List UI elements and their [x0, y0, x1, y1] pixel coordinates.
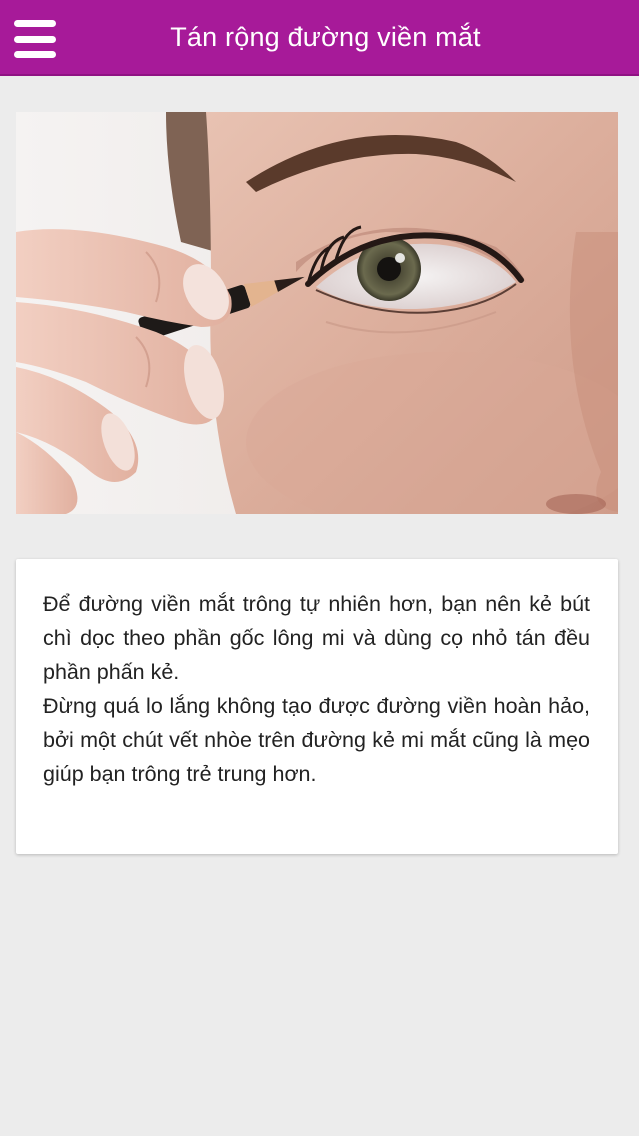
hamburger-menu-icon[interactable]	[14, 20, 58, 58]
page-title: Tán rộng đường viền mắt	[170, 21, 481, 52]
content-card: Để đường viền mắt trông tự nhiên hơn, bạ…	[16, 559, 618, 854]
eye-liner-photo	[16, 112, 618, 514]
hero-image	[16, 112, 618, 514]
app-bar: Tán rộng đường viền mắt	[0, 0, 639, 76]
paragraph-1: Để đường viền mắt trông tự nhiên hơn, bạ…	[43, 592, 590, 684]
paragraph-2: Đừng quá lo lắng không tạo được đường vi…	[43, 694, 590, 786]
